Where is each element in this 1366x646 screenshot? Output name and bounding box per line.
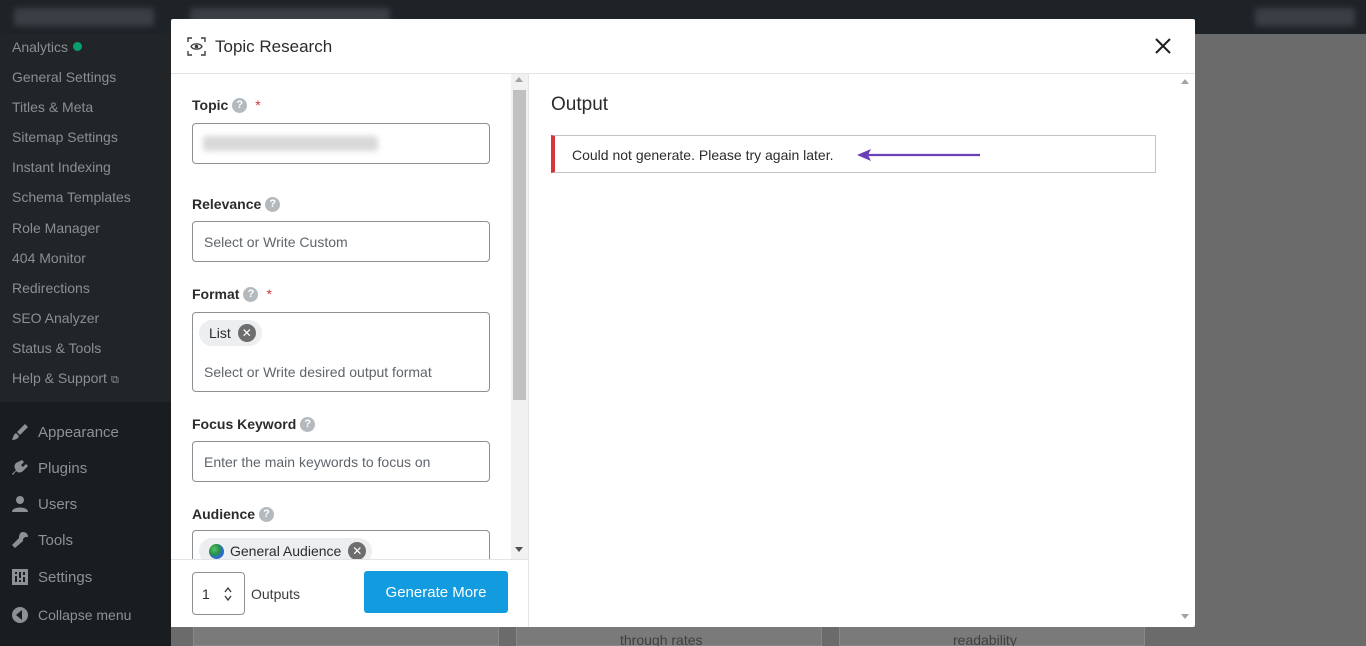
focus-keyword-input[interactable]	[192, 441, 490, 482]
stepper-arrows-icon[interactable]	[223, 585, 233, 603]
paintbrush-icon	[10, 422, 30, 442]
submenu-status-tools[interactable]: Status & Tools	[12, 340, 101, 356]
focus-keyword-label: Focus Keyword ?	[192, 416, 316, 432]
submenu-seo-analyzer[interactable]: SEO Analyzer	[12, 310, 99, 326]
submenu-analytics[interactable]: Analytics	[12, 39, 83, 55]
globe-icon	[209, 543, 224, 559]
menu-settings[interactable]: Settings	[10, 567, 92, 587]
background-card-text: readability	[953, 632, 1017, 646]
external-link-icon: ⧉	[110, 374, 119, 386]
remove-chip-icon[interactable]: ✕	[348, 542, 367, 559]
format-chip: List ✕	[199, 320, 262, 346]
focus-keyword-text-input[interactable]	[193, 442, 489, 481]
submenu-sitemap-settings[interactable]: Sitemap Settings	[12, 129, 118, 145]
admin-sidebar: Analytics General Settings Titles & Meta…	[0, 34, 171, 646]
menu-plugins[interactable]: Plugins	[10, 458, 87, 478]
relevance-text-input[interactable]	[193, 222, 489, 261]
submenu-titles-meta[interactable]: Titles & Meta	[12, 99, 93, 115]
form-scroll-area: Topic ? * Relevance ? Format ? *	[171, 74, 511, 559]
scroll-up-arrow-icon[interactable]	[515, 77, 523, 82]
user-icon	[10, 494, 30, 514]
admin-bar-blurred-left	[14, 8, 154, 26]
error-message: Could not generate. Please try again lat…	[572, 147, 834, 163]
form-scrollbar[interactable]	[511, 74, 528, 559]
submenu-role-manager[interactable]: Role Manager	[12, 220, 100, 236]
format-label: Format ? *	[192, 286, 272, 302]
help-icon[interactable]: ?	[265, 196, 281, 212]
menu-tools[interactable]: Tools	[10, 530, 73, 550]
help-icon[interactable]: ?	[243, 286, 259, 302]
remove-chip-icon[interactable]: ✕	[237, 324, 256, 342]
output-pane: Output Could not generate. Please try ag…	[529, 74, 1195, 627]
status-dot-icon	[73, 42, 83, 51]
required-asterisk: *	[266, 286, 272, 302]
submenu-404-monitor[interactable]: 404 Monitor	[12, 250, 86, 266]
scroll-thumb[interactable]	[513, 90, 526, 400]
help-icon[interactable]: ?	[259, 506, 275, 522]
menu-users[interactable]: Users	[10, 494, 77, 514]
annotation-arrow-icon	[857, 149, 980, 161]
eye-scan-icon	[187, 37, 206, 56]
outputs-value[interactable]: 1	[202, 586, 210, 602]
submenu-help-support[interactable]: Help & Support ⧉	[12, 370, 119, 387]
topic-value-blurred	[203, 136, 378, 151]
submenu-general-settings[interactable]: General Settings	[12, 69, 116, 85]
outputs-stepper[interactable]: 1	[192, 572, 245, 615]
generate-more-button[interactable]: Generate More	[364, 571, 508, 613]
topic-input[interactable]	[192, 123, 490, 164]
plugin-icon	[10, 458, 30, 478]
submenu-instant-indexing[interactable]: Instant Indexing	[12, 159, 111, 175]
settings-icon	[10, 567, 30, 587]
modal-header: Topic Research	[171, 19, 1195, 74]
output-title: Output	[551, 94, 609, 115]
form-pane: Topic ? * Relevance ? Format ? *	[171, 74, 529, 627]
modal-title: Topic Research	[215, 37, 333, 56]
submenu-redirections[interactable]: Redirections	[12, 280, 90, 296]
audience-label: Audience ?	[192, 506, 275, 522]
background-card-text: through rates	[620, 632, 703, 646]
relevance-input[interactable]	[192, 221, 490, 262]
topic-label: Topic ? *	[192, 97, 261, 113]
close-icon[interactable]	[1151, 34, 1175, 58]
topic-research-modal: Topic Research Topic ? * Relevance ? Sel…	[171, 19, 1195, 627]
outputs-label: Outputs	[251, 586, 301, 602]
format-placeholder[interactable]: Select or Write desired output format	[204, 364, 432, 380]
rank-math-submenu: Analytics General Settings Titles & Meta…	[0, 34, 171, 402]
menu-collapse[interactable]: Collapse menu	[10, 605, 131, 625]
audience-multiselect[interactable]: General Audience ✕	[192, 530, 490, 559]
output-scroll-up-icon[interactable]	[1181, 79, 1189, 84]
collapse-icon	[10, 605, 30, 625]
wrench-icon	[10, 530, 30, 550]
help-icon[interactable]: ?	[300, 416, 316, 432]
admin-bar-blurred-right	[1255, 8, 1355, 26]
relevance-label: Relevance ?	[192, 196, 281, 212]
modal-footer: 1 Outputs Generate More	[171, 559, 528, 627]
output-scroll-down-icon[interactable]	[1181, 614, 1189, 619]
required-asterisk: *	[255, 97, 261, 113]
submenu-schema-templates[interactable]: Schema Templates	[12, 189, 131, 205]
error-notice: Could not generate. Please try again lat…	[551, 135, 1156, 173]
scroll-down-arrow-icon[interactable]	[515, 547, 523, 552]
audience-chip: General Audience ✕	[199, 538, 373, 559]
format-multiselect[interactable]: List ✕ Select or Write desired output fo…	[192, 312, 490, 392]
menu-appearance[interactable]: Appearance	[10, 422, 119, 442]
help-icon[interactable]: ?	[232, 97, 248, 113]
